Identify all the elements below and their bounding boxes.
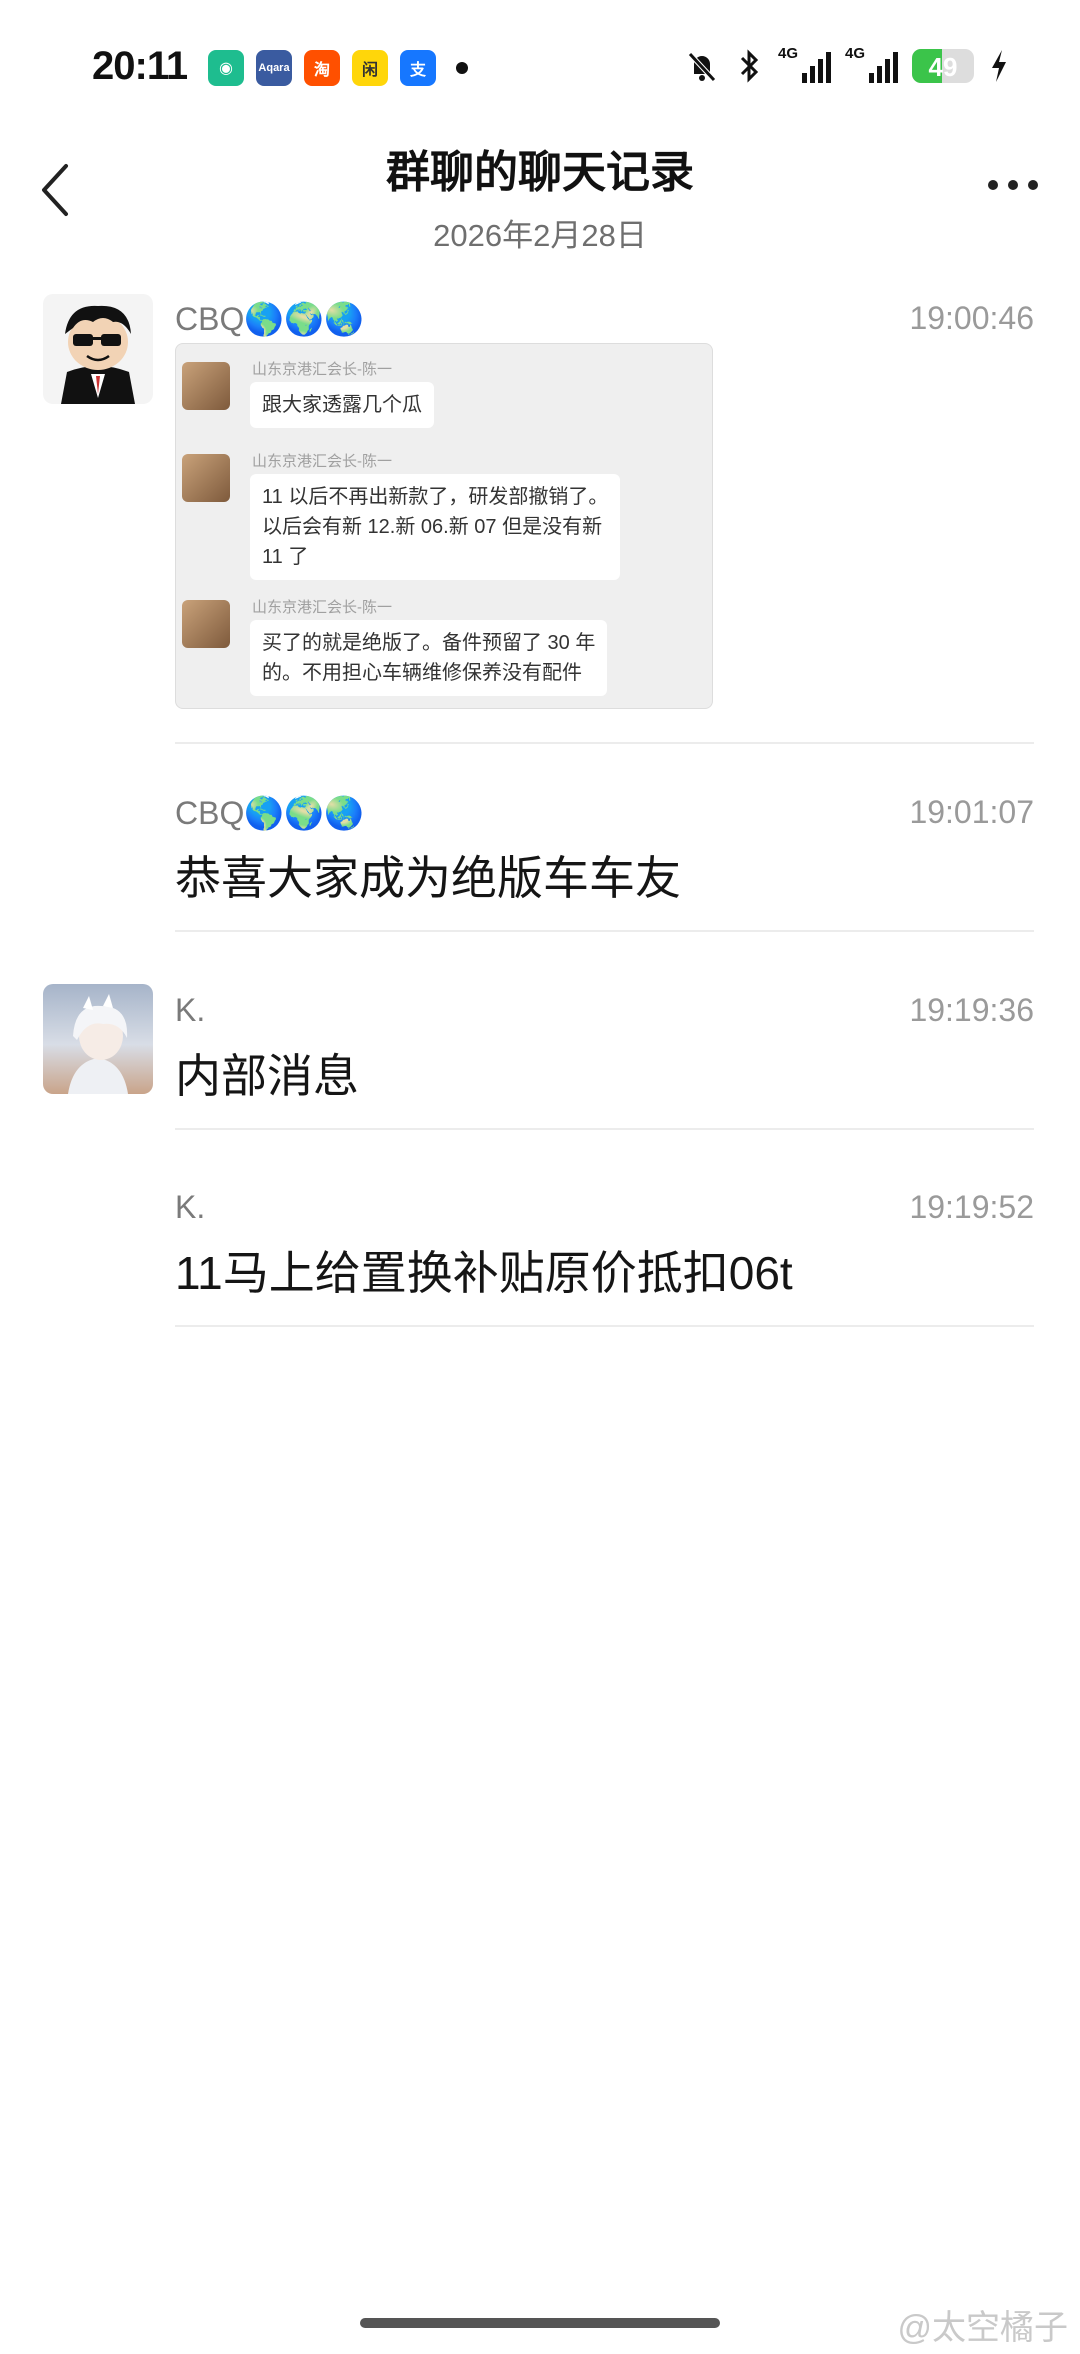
status-bar: 20:11 ◉ Aqara 淘 闲 支 4G 4G 49 (0, 0, 1080, 130)
sender-name: K. (175, 1189, 206, 1225)
message-time: 19:01:07 (909, 794, 1034, 830)
embedded-message: 山东京港汇会长-陈一 11 以后不再出新款了，研发部撤销了。 以后会有新 12.… (182, 444, 706, 584)
message-text[interactable]: 内部消息 (175, 1040, 359, 1106)
message-divider (175, 1128, 1034, 1130)
sender-name: CBQ🌎🌍🌏 (175, 795, 364, 831)
embedded-avatar (182, 600, 230, 648)
embedded-bubble: 跟大家透露几个瓜 (250, 382, 434, 428)
sender-name: CBQ🌎🌍🌏 (175, 301, 364, 337)
more-options-icon[interactable] (988, 180, 1038, 190)
more-notifications-dot (456, 62, 468, 74)
message-item: CBQ🌎🌍🌏 19:01:07 恭喜大家成为绝版车车友 (0, 786, 1080, 936)
message-time: 19:19:52 (909, 1189, 1034, 1225)
page-date: 2026年2月28日 (433, 218, 647, 253)
charging-icon (992, 50, 1006, 82)
embedded-sender: 山东京港汇会长-陈一 (252, 361, 392, 378)
embedded-text-line: 跟大家透露几个瓜 (262, 394, 422, 416)
embedded-avatar (182, 454, 230, 502)
message-divider (175, 930, 1034, 932)
avatar[interactable] (43, 984, 153, 1094)
message-time: 19:00:46 (909, 300, 1034, 336)
network-type-2: 4G (845, 45, 866, 62)
taobao-icon: 淘 (304, 50, 340, 86)
notification-icons: ◉ Aqara 淘 闲 支 (208, 50, 468, 86)
network-type-1: 4G (778, 45, 799, 62)
embedded-sender: 山东京港汇会长-陈一 (252, 599, 392, 616)
message-time: 19:19:36 (909, 992, 1034, 1028)
message-divider (175, 742, 1034, 744)
home-indicator[interactable] (360, 2318, 720, 2328)
avatar-cartoon-icon (61, 305, 135, 404)
signal-2-icon: 4G (845, 45, 898, 83)
message-divider (175, 1325, 1034, 1327)
message-text[interactable]: 恭喜大家成为绝版车车友 (175, 842, 681, 908)
embedded-chat-screenshot[interactable]: 山东京港汇会长-陈一 跟大家透露几个瓜 山东京港汇会长-陈一 11 以后不再出新… (175, 343, 713, 709)
avatar-anime-icon (68, 994, 128, 1094)
sender-name: K. (175, 992, 206, 1028)
embedded-message: 山东京港汇会长-陈一 跟大家透露几个瓜 (182, 352, 706, 428)
watermark: @太空橘子 (897, 2309, 1068, 2347)
embedded-avatar (182, 362, 230, 410)
aqara-icon: Aqara (256, 50, 292, 86)
embedded-text-line: 买了的就是绝版了。备件预留了 30 年 (262, 632, 596, 654)
chat-history-header: 群聊的聊天记录 2026年2月28日 (0, 130, 1080, 260)
status-time: 20:11 (92, 44, 188, 88)
system-icons: 4G 4G 49 (684, 45, 1010, 84)
embedded-bubble: 买了的就是绝版了。备件预留了 30 年 的。不用担心车辆维修保养没有配件 (250, 620, 608, 696)
bluetooth-icon (740, 49, 759, 83)
mijia-icon: ◉ (208, 50, 244, 86)
embedded-text-line: 的。不用担心车辆维修保养没有配件 (262, 662, 582, 684)
signal-1-icon: 4G (778, 45, 831, 83)
avatar[interactable] (43, 294, 153, 404)
embedded-bubble: 11 以后不再出新款了，研发部撤销了。 以后会有新 12.新 06.新 07 但… (250, 474, 621, 580)
battery-level: 49 (928, 52, 958, 82)
embedded-text-line: 11 了 (262, 546, 309, 568)
page-title: 群聊的聊天记录 (386, 148, 694, 197)
battery-icon: 49 (912, 49, 974, 83)
embedded-message: 山东京港汇会长-陈一 买了的就是绝版了。备件预留了 30 年 的。不用担心车辆维… (182, 590, 706, 700)
message-item: K. 19:19:52 11马上给置换补贴原价抵扣06t (0, 1181, 1080, 1331)
xianyu-icon: 闲 (352, 50, 388, 86)
message-text[interactable]: 11马上给置换补贴原价抵扣06t (175, 1237, 793, 1303)
embedded-sender: 山东京港汇会长-陈一 (252, 453, 392, 470)
embedded-text-line: 11 以后不再出新款了，研发部撤销了。 (262, 486, 609, 508)
alipay-icon: 支 (400, 50, 436, 86)
mute-bell-icon (688, 52, 716, 82)
embedded-text-line: 以后会有新 12.新 06.新 07 但是没有新 (262, 516, 603, 538)
title-block: 群聊的聊天记录 2026年2月28日 (0, 136, 1080, 255)
message-item: K. 19:19:36 内部消息 (0, 984, 1080, 1134)
message-item: CBQ🌎🌍🌏 19:00:46 山东京港汇会长-陈一 跟大家透露几个瓜 山东京港… (0, 292, 1080, 744)
